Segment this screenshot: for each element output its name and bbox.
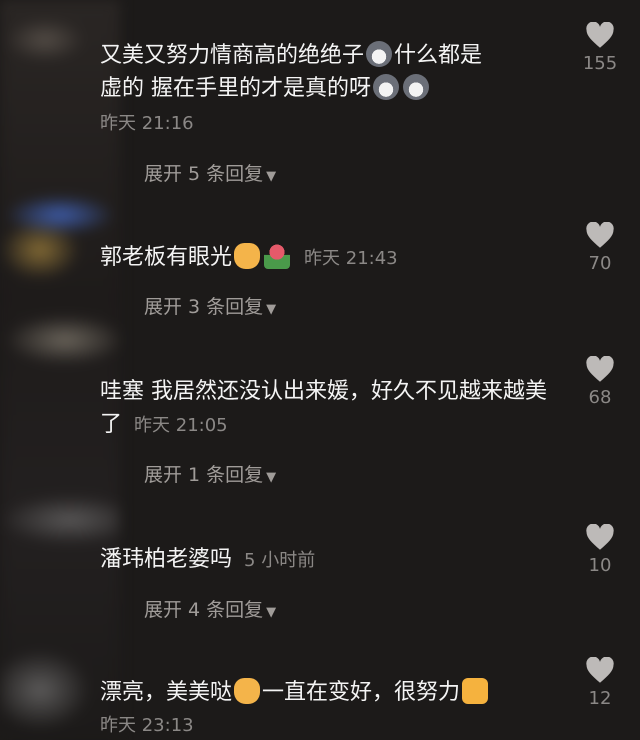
comment-text: 又美又努力情商高的绝绝子 什么都是 虚的 握在手里的才是真的呀 (100, 41, 483, 101)
like-button[interactable]: 155 (575, 22, 625, 74)
heart-icon (586, 524, 614, 550)
comment-time: 5 小时前 (244, 550, 316, 571)
comment-text: 漂亮，美美哒 一直在变好，很努力 (100, 676, 570, 709)
rose-emoji-icon (264, 243, 291, 269)
comment-text: 潘玮柏老婆吗 5 小时前 (100, 547, 316, 572)
comment-time: 昨天 21:05 (134, 415, 228, 436)
husky-emoji-icon (366, 41, 393, 67)
like-count: 10 (588, 555, 612, 576)
expand-replies-button[interactable]: 展开 5 条回复 ▼ (144, 159, 276, 186)
like-button[interactable]: 12 (575, 657, 625, 709)
like-count: 12 (588, 688, 612, 709)
expand-replies-button[interactable]: 展开 3 条回复 ▼ (144, 292, 276, 319)
comment-item: 又美又努力情商高的绝绝子 什么都是 虚的 握在手里的才是真的呀 昨天 21:16 (100, 39, 570, 135)
triangle-down-icon: ▼ (266, 470, 277, 485)
comment-time: 昨天 21:43 (304, 248, 398, 269)
husky-emoji-icon (373, 74, 399, 100)
comment-item: 哇塞 我居然还没认出来媛，好久不见越来越美了 昨天 21:05 (100, 375, 560, 442)
comment-item: 漂亮，美美哒 一直在变好，很努力 昨天 23:13 (100, 676, 570, 737)
like-button[interactable]: 10 (575, 524, 625, 576)
expand-replies-button[interactable]: 展开 1 条回复 ▼ (144, 460, 276, 487)
comment-item: 潘玮柏老婆吗 5 小时前 (100, 543, 570, 577)
triangle-down-icon: ▼ (266, 169, 277, 184)
husky-emoji-icon (403, 74, 429, 100)
comment-text: 郭老板有眼光 昨天 21:43 (100, 243, 398, 270)
heart-icon (586, 22, 614, 48)
finger-heart-emoji-icon (234, 243, 261, 269)
like-count: 155 (582, 53, 618, 74)
expand-label: 展开 4 条回复 (144, 599, 264, 621)
like-count: 68 (588, 387, 612, 408)
heart-icon (586, 222, 614, 248)
triangle-down-icon: ▼ (266, 302, 277, 317)
thumbs-up-emoji-icon (462, 678, 489, 704)
like-count: 70 (588, 253, 612, 274)
like-button[interactable]: 68 (575, 356, 625, 408)
expand-label: 展开 1 条回复 (144, 464, 264, 486)
comment-item: 郭老板有眼光 昨天 21:43 (100, 241, 570, 275)
finger-heart-emoji-icon (234, 678, 261, 704)
comment-time: 昨天 23:13 (100, 715, 194, 736)
heart-icon (586, 657, 614, 683)
triangle-down-icon: ▼ (266, 605, 277, 620)
like-button[interactable]: 70 (575, 222, 625, 274)
expand-label: 展开 5 条回复 (144, 163, 264, 185)
comment-text: 哇塞 我居然还没认出来媛，好久不见越来越美了 昨天 21:05 (100, 379, 547, 437)
expand-label: 展开 3 条回复 (144, 296, 264, 318)
comment-time: 昨天 21:16 (100, 113, 194, 134)
heart-icon (586, 356, 614, 382)
expand-replies-button[interactable]: 展开 4 条回复 ▼ (144, 595, 276, 622)
